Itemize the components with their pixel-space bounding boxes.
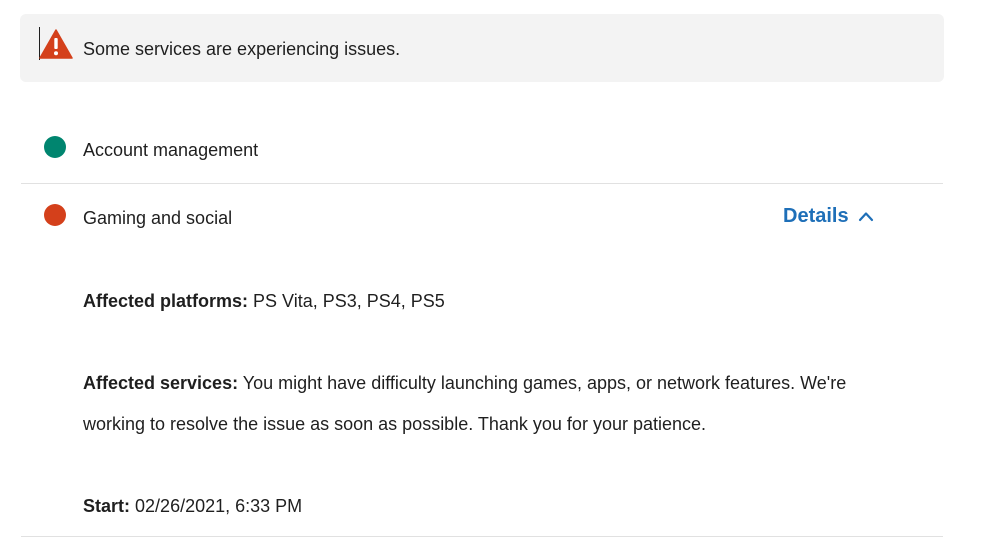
service-name: Gaming and social — [83, 208, 233, 228]
affected-services-continued: working to resolve the issue as soon as … — [83, 413, 706, 435]
banner-message: Some services are experiencing issues. — [83, 39, 401, 59]
status-page: Some services are experiencing issues. A… — [0, 0, 987, 538]
start-label: Start: — [83, 496, 131, 516]
affected-platforms-value: PS Vita, PS3, PS4, PS5 — [253, 291, 445, 311]
warning-triangle-icon — [39, 29, 73, 59]
service-row-account-management: Account management — [21, 122, 943, 184]
service-name: Account management — [83, 140, 259, 160]
affected-services-value-line1: You might have difficulty launching game… — [242, 373, 847, 393]
details-label: Details — [783, 204, 849, 227]
affected-platforms: Affected platforms: PS Vita, PS3, PS4, P… — [83, 290, 445, 312]
affected-services-label: Affected services: — [83, 373, 239, 393]
status-ok-dot — [44, 136, 66, 158]
service-row-gaming-and-social: Gaming and social Details Affected platf… — [21, 184, 943, 537]
status-issue-dot — [44, 204, 66, 226]
affected-platforms-label: Affected platforms: — [83, 291, 249, 311]
affected-services: Affected services: You might have diffic… — [83, 372, 846, 394]
affected-services-value-line2: working to resolve the issue as soon as … — [83, 414, 707, 434]
start-value: 02/26/2021, 6:33 PM — [135, 496, 303, 516]
chevron-up-icon — [858, 212, 873, 222]
status-banner: Some services are experiencing issues. — [20, 14, 944, 82]
details-toggle-button[interactable]: Details — [783, 203, 874, 229]
outage-start: Start: 02/26/2021, 6:33 PM — [83, 495, 302, 517]
